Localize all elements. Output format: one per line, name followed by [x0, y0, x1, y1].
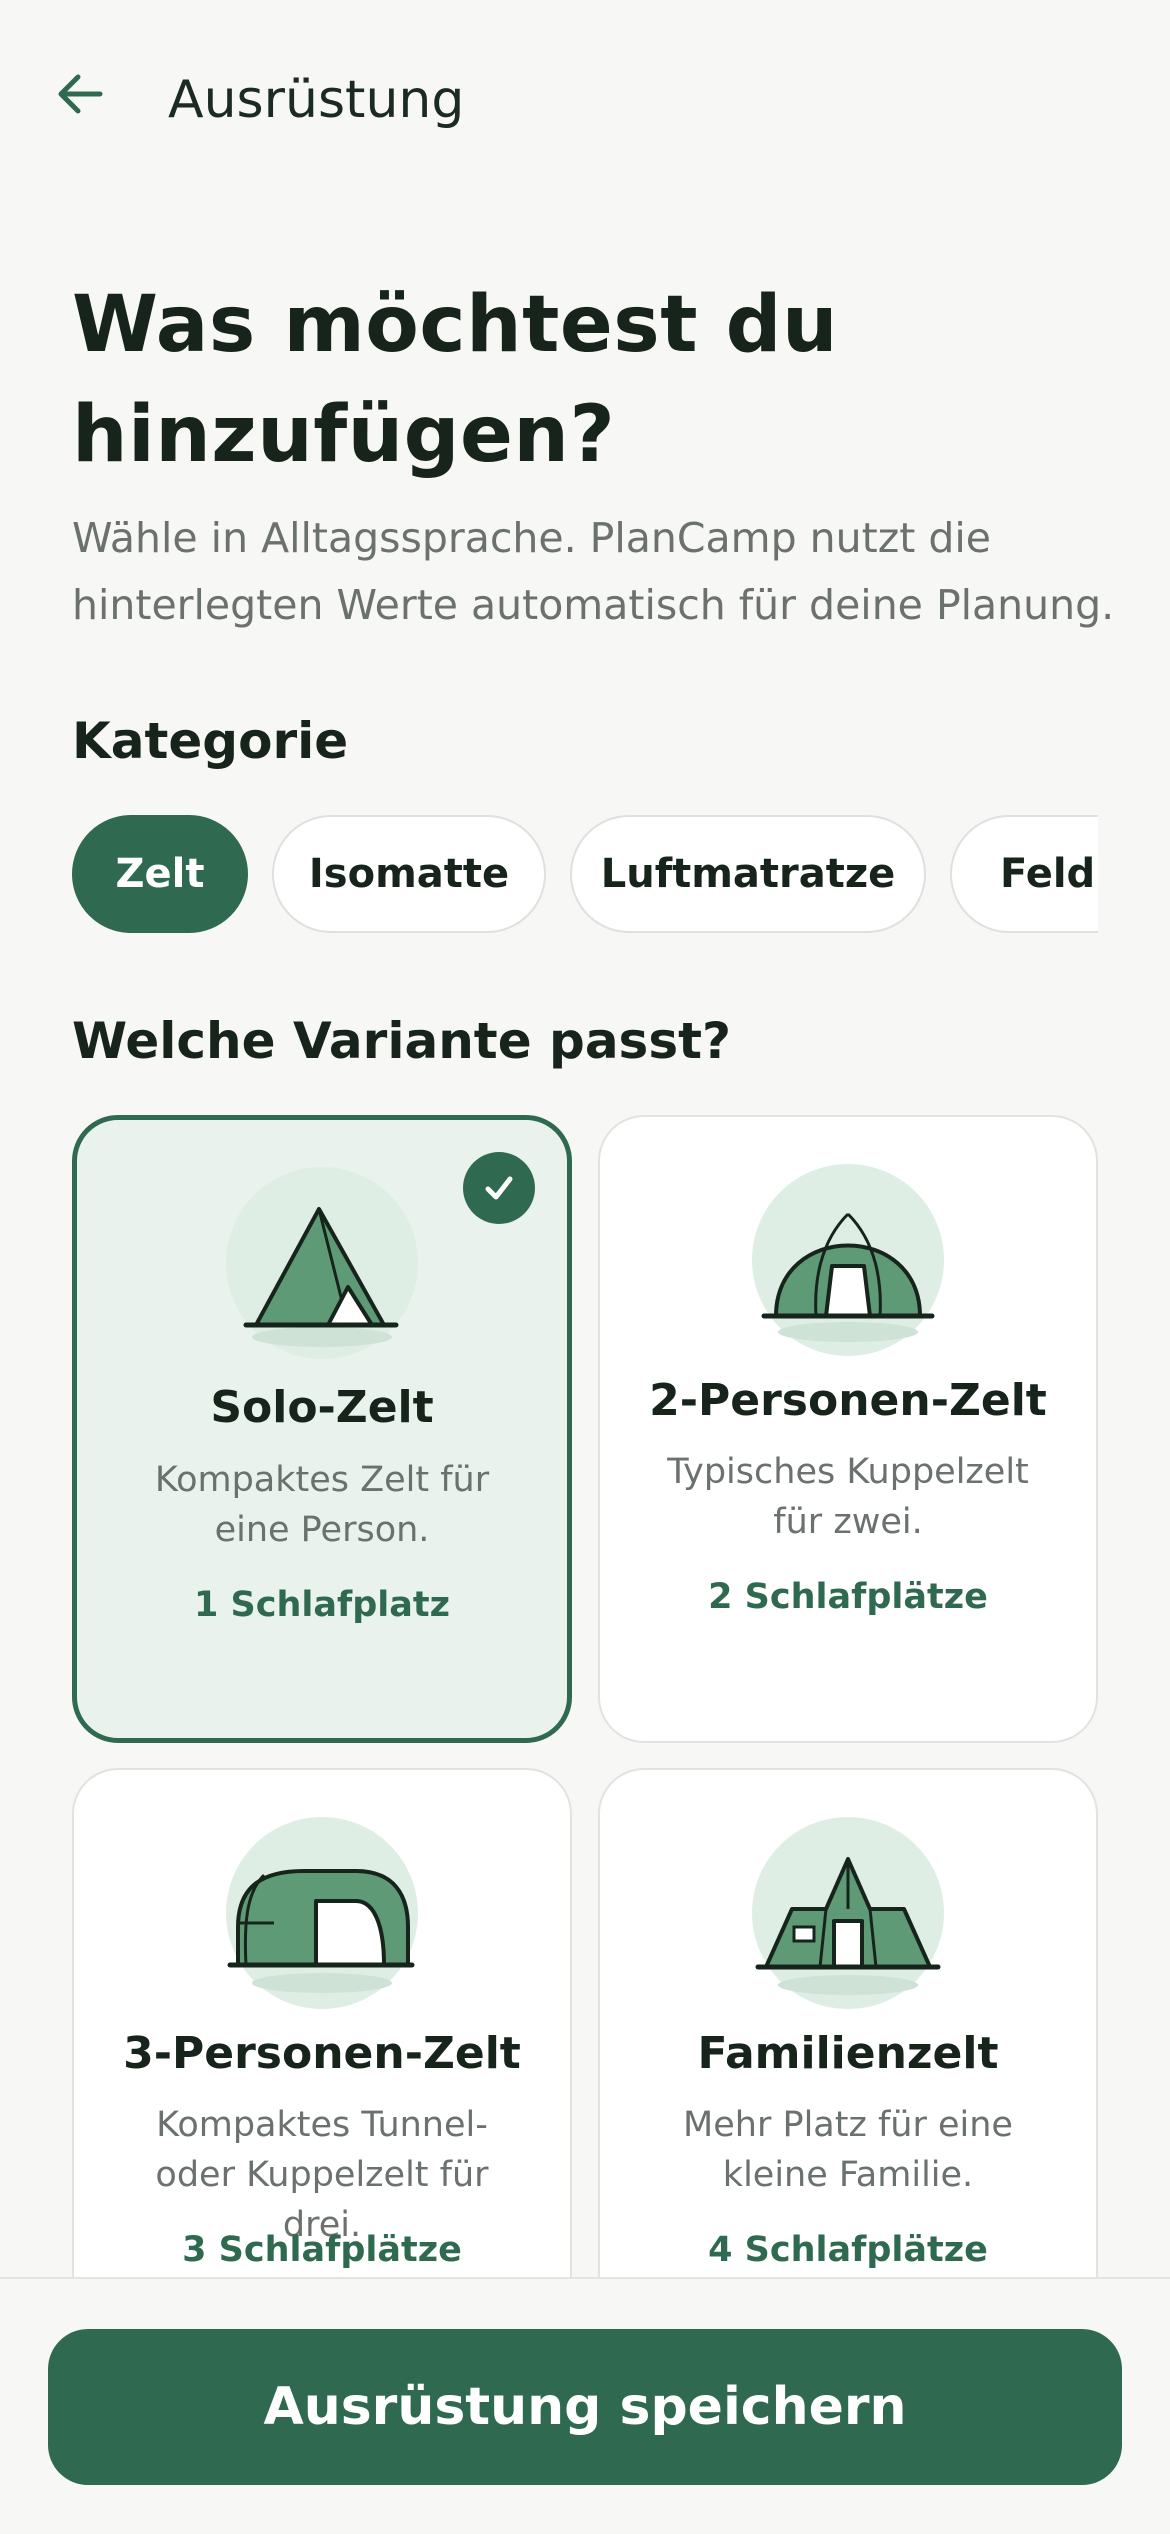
screen-title: Ausrüstung: [168, 70, 465, 130]
category-chip-row[interactable]: Zelt Isomatte Luftmatratze Feldbett: [72, 815, 1098, 937]
top-bar: Ausrüstung: [0, 0, 1170, 200]
chip-zelt[interactable]: Zelt: [72, 815, 248, 933]
save-equipment-button[interactable]: Ausrüstung speichern: [48, 2329, 1122, 2485]
chip-feldbett[interactable]: Feldbett: [950, 815, 1098, 933]
variant-capacity: 3 Schlafplätze: [182, 2230, 462, 2270]
arrow-left-icon: [58, 74, 103, 114]
variant-capacity: 2 Schlafplätze: [708, 1577, 988, 1617]
family-tent-icon: [750, 1815, 946, 2011]
variant-card-solo-zelt[interactable]: Solo-Zelt Kompaktes Zelt für eine Person…: [72, 1115, 572, 1743]
tunnel-tent-icon: [224, 1815, 420, 2011]
solo-tent-icon: [224, 1165, 420, 1361]
variant-title: 3-Personen-Zelt: [123, 2028, 521, 2079]
variant-title: Familienzelt: [697, 2028, 999, 2079]
variant-title: 2-Personen-Zelt: [649, 1375, 1047, 1426]
variant-description: Mehr Platz für eine kleine Familie.: [683, 2105, 1013, 2195]
variant-description: Kompaktes Zelt für eine Person.: [154, 1460, 490, 1550]
back-button[interactable]: [48, 62, 112, 126]
chip-isomatte[interactable]: Isomatte: [272, 815, 546, 933]
variant-title: Solo-Zelt: [210, 1382, 434, 1433]
variant-card-2-personen-zelt[interactable]: 2-Personen-Zelt Typisches Kuppelzelt für…: [598, 1115, 1098, 1743]
variant-capacity: 1 Schlafplatz: [193, 1585, 451, 1625]
variant-capacity: 4 Schlafplätze: [708, 2230, 988, 2270]
variant-label: Welche Variante passt?: [72, 1012, 731, 1070]
bottom-action-bar: Ausrüstung speichern: [0, 2277, 1170, 2534]
checkmark-icon: [463, 1152, 535, 1224]
page-subtitle: Wähle in Alltagssprache. PlanCamp nutzt …: [72, 514, 1115, 629]
variant-description: Kompaktes Tunnel- oder Kuppelzelt für dr…: [155, 2105, 489, 2245]
page-headline: Was möchtest du hinzufügen?: [72, 280, 839, 480]
dome-tent-icon: [750, 1162, 946, 1358]
variant-description: Typisches Kuppelzelt für zwei.: [667, 1452, 1029, 1542]
category-label: Kategorie: [72, 712, 349, 770]
chip-luftmatratze[interactable]: Luftmatratze: [570, 815, 926, 933]
